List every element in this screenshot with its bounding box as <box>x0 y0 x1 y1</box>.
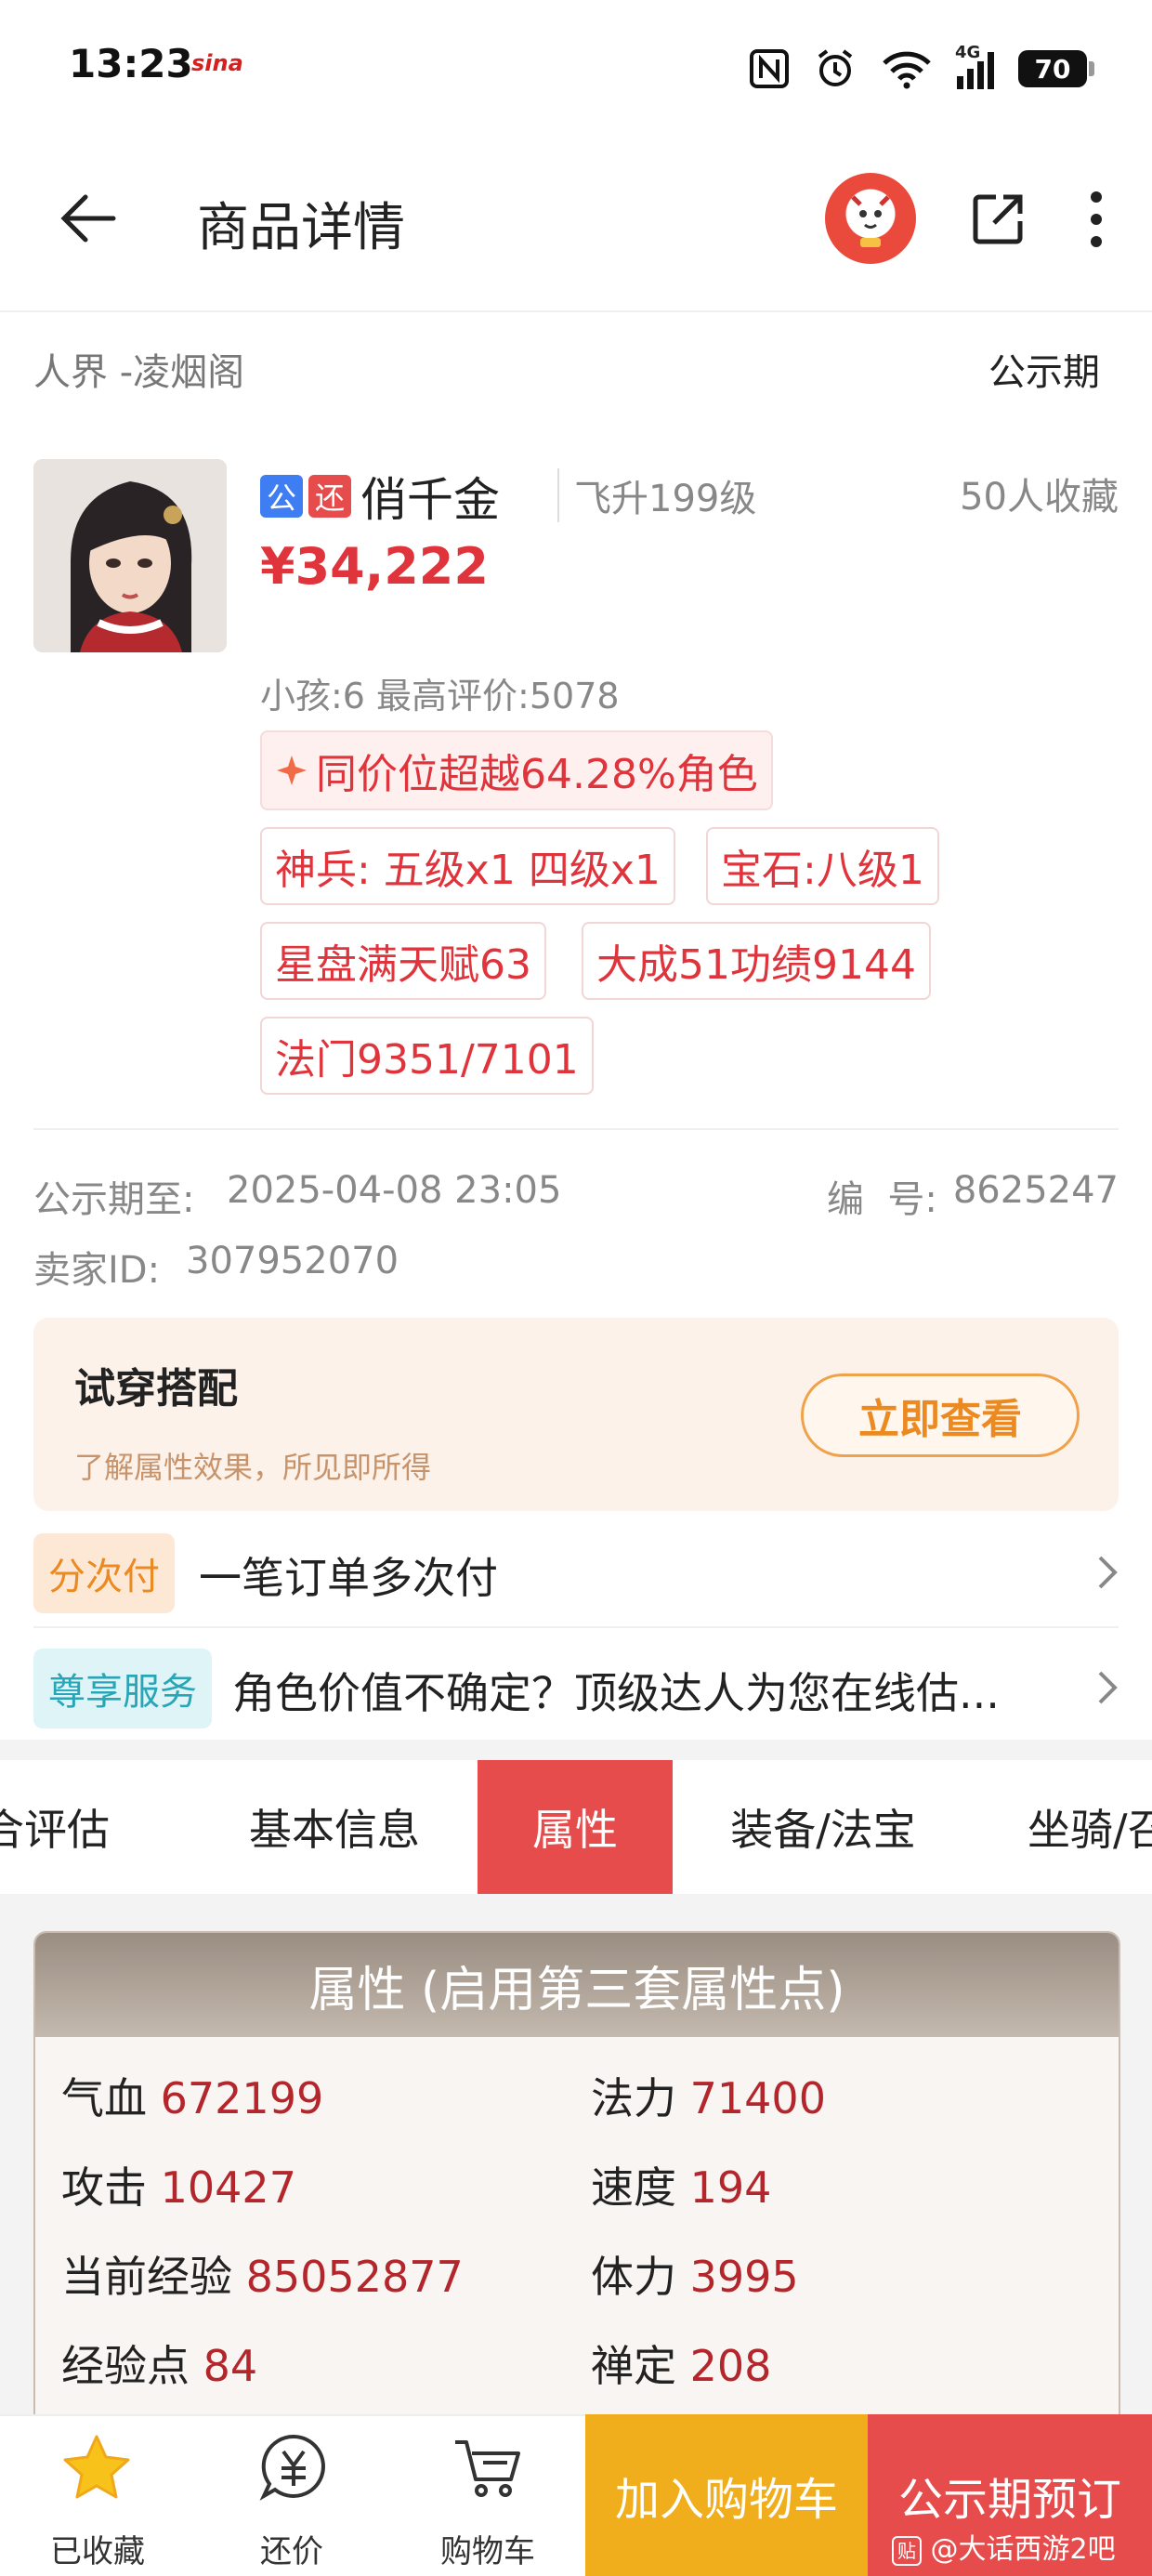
service-row-installment[interactable]: 分次付 一笔订单多次付 <box>0 1524 1152 1621</box>
divider <box>33 1128 1119 1130</box>
tab-mounts[interactable]: 坐骑/召 <box>1028 1760 1152 1894</box>
serial-value: 8625247 <box>952 1169 1119 1212</box>
tab-basic-info[interactable]: 基本信息 <box>214 1760 455 1894</box>
attr-current-exp: 当前经验 85052877 <box>61 2252 464 2302</box>
chevron-right-icon <box>1098 1671 1118 1704</box>
attr-meditation: 禅定 208 <box>591 2341 772 2391</box>
page-title: 商品详情 <box>197 198 405 258</box>
attr-hp: 气血 672199 <box>61 2073 324 2123</box>
role-name-row: 公 还 俏千金 <box>260 463 500 530</box>
attr-stamina: 体力 3995 <box>591 2252 799 2302</box>
yuan-chat-icon <box>259 2434 325 2501</box>
sina-logo-icon: sina <box>191 50 243 76</box>
period-end-value: 2025-04-08 23:05 <box>227 1169 562 1212</box>
tab-attributes[interactable]: 属性 <box>478 1760 673 1894</box>
nfc-icon <box>750 49 789 88</box>
premium-service-tag: 尊享服务 <box>33 1649 212 1728</box>
chevron-right-icon <box>1098 1556 1118 1589</box>
favorited-button[interactable]: 已收藏 <box>28 2424 167 2576</box>
installment-text: 一笔订单多次付 <box>199 1553 498 1603</box>
seller-value: 307952070 <box>186 1240 399 1282</box>
signal-icon: 4G <box>955 43 994 89</box>
battery-icon: 70 <box>1018 50 1094 87</box>
appraisal-text: 角色价值不确定？顶级达人为您在线估... <box>232 1668 1000 1718</box>
character-portrait-image <box>33 459 227 652</box>
bargain-tag: 还 <box>308 475 351 518</box>
role-portrait <box>33 459 227 652</box>
attr-speed: 速度 194 <box>591 2162 772 2213</box>
price: ¥34,222 <box>260 537 489 596</box>
cart-button[interactable]: 购物车 <box>418 2424 557 2576</box>
period-status: 公示期 <box>988 351 1100 394</box>
add-to-cart-button[interactable]: 加入购物车 <box>585 2414 868 2576</box>
wifi-icon <box>883 51 931 89</box>
user-avatar[interactable] <box>825 173 916 264</box>
share-icon[interactable] <box>968 190 1028 249</box>
attr-mp: 法力 71400 <box>591 2073 826 2123</box>
favorite-count: 50人收藏 <box>960 476 1119 519</box>
watermark: 贴 @大话西游2吧 <box>892 2526 1116 2567</box>
attr-exp-points: 经验点 84 <box>61 2341 258 2391</box>
tryon-title: 试穿搭配 <box>74 1365 238 1413</box>
favorited-label: 已收藏 <box>50 2533 145 2570</box>
chip-weapon: 神兵: 五级x1 四级x1 <box>260 827 675 905</box>
server-name: 人界 -凌烟阁 <box>33 351 245 394</box>
service-row-appraisal[interactable]: 尊享服务 角色价值不确定？顶级达人为您在线估... <box>0 1637 1152 1734</box>
bargain-label: 还价 <box>260 2533 323 2570</box>
seller-label: 卖家ID: <box>33 1249 161 1292</box>
role-name: 俏千金 <box>360 473 500 527</box>
status-bar: 13:23 sina 4G 70 <box>0 0 1152 130</box>
public-tag: 公 <box>260 475 303 518</box>
bargain-button[interactable]: 还价 <box>223 2424 362 2576</box>
cat-mascot-icon <box>851 195 890 247</box>
shopping-cart-icon <box>455 2440 520 2497</box>
status-time: 13:23 <box>69 41 193 86</box>
tieba-icon: 贴 <box>892 2535 922 2566</box>
section-gap <box>0 1740 1152 1760</box>
status-icons: 4G 70 <box>749 41 1094 97</box>
period-end-label: 公示期至: <box>33 1178 195 1221</box>
watermark-text: @大话西游2吧 <box>930 2533 1116 2566</box>
more-vertical-icon[interactable] <box>1087 190 1106 249</box>
kids-rating: 小孩:6 最高评价:5078 <box>260 676 620 716</box>
chip-merit: 大成51功绩9144 <box>582 922 931 1000</box>
serial-label: 编 号: <box>827 1178 937 1221</box>
tab-overall-eval[interactable]: 合评估 <box>0 1760 158 1894</box>
price-rank-text: 同价位超越64.28%角色 <box>316 751 758 798</box>
attributes-title: 属性 (启用第三套属性点) <box>35 1933 1119 2037</box>
star-icon <box>63 2435 130 2499</box>
attr-attack: 攻击 10427 <box>61 2162 296 2213</box>
chip-gem: 宝石:八级1 <box>706 827 939 905</box>
role-level: 飞升199级 <box>557 468 756 522</box>
price-rank-badge: 同价位超越64.28%角色 <box>260 730 773 810</box>
network-type: 4G <box>955 43 981 62</box>
installment-tag: 分次付 <box>33 1533 175 1613</box>
cart-label: 购物车 <box>440 2533 535 2570</box>
alarm-icon <box>818 49 853 86</box>
tryon-subtitle: 了解属性效果，所见即所得 <box>74 1450 432 1485</box>
chip-star-plate: 星盘满天赋63 <box>260 922 546 1000</box>
divider <box>33 1626 1119 1628</box>
tryon-view-button[interactable]: 立即查看 <box>801 1373 1080 1457</box>
sparkle-icon <box>277 756 307 785</box>
back-arrow-icon[interactable] <box>56 186 121 251</box>
tab-equipment[interactable]: 装备/法宝 <box>702 1760 944 1894</box>
chip-dharma: 法门9351/7101 <box>260 1017 594 1095</box>
